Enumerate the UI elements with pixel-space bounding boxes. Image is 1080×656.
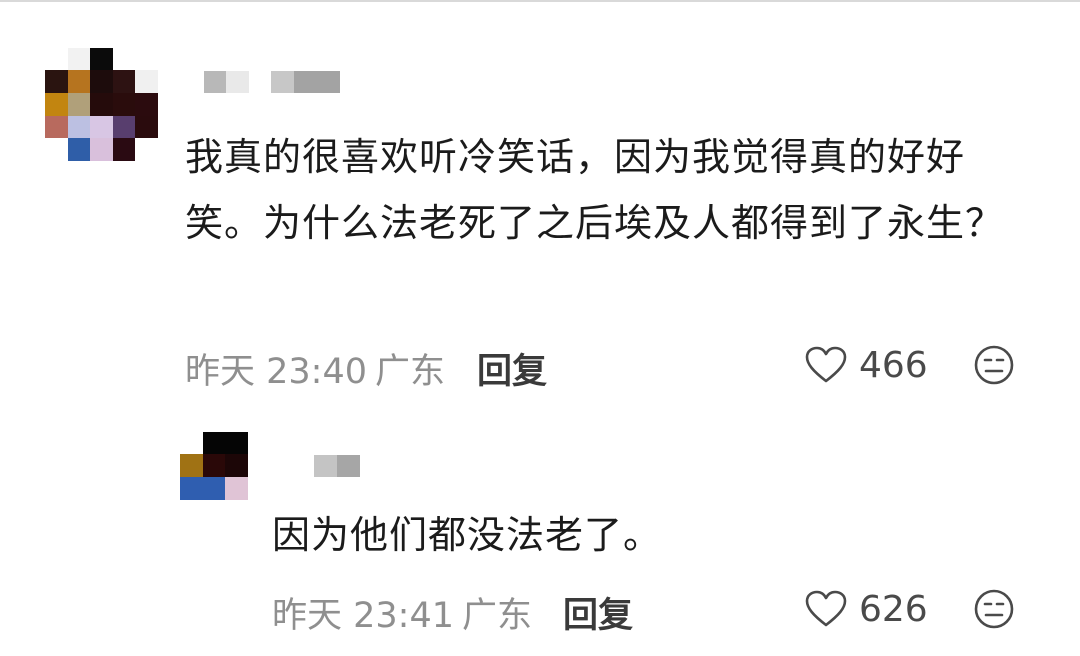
avatar[interactable] xyxy=(45,48,158,161)
location: 广东 xyxy=(462,596,533,636)
heart-outline-icon xyxy=(805,346,847,384)
timestamp: 昨天 23:40 xyxy=(185,352,367,392)
comment-text: 我真的很喜欢听冷笑话，因为我觉得真的好好笑。为什么法老死了之后埃及人都得到了永生… xyxy=(185,135,1005,245)
timestamp: 昨天 23:41 xyxy=(272,596,454,636)
like-button[interactable]: 626 xyxy=(805,586,928,632)
location: 广东 xyxy=(375,352,446,392)
like-count: 626 xyxy=(859,588,928,630)
like-button[interactable]: 466 xyxy=(805,342,928,388)
neutral-face-icon[interactable] xyxy=(974,345,1014,385)
heart-outline-icon xyxy=(805,590,847,628)
reply-button[interactable]: 回复 xyxy=(477,343,547,394)
top-divider xyxy=(0,0,1080,2)
like-count: 466 xyxy=(859,344,928,386)
reply-button[interactable]: 回复 xyxy=(563,587,633,638)
user-name[interactable] xyxy=(314,455,360,477)
user-name[interactable] xyxy=(204,71,340,93)
neutral-face-icon[interactable] xyxy=(974,589,1014,629)
comment-text: 因为他们都没法老了。 xyxy=(272,513,663,557)
avatar[interactable] xyxy=(180,432,248,500)
